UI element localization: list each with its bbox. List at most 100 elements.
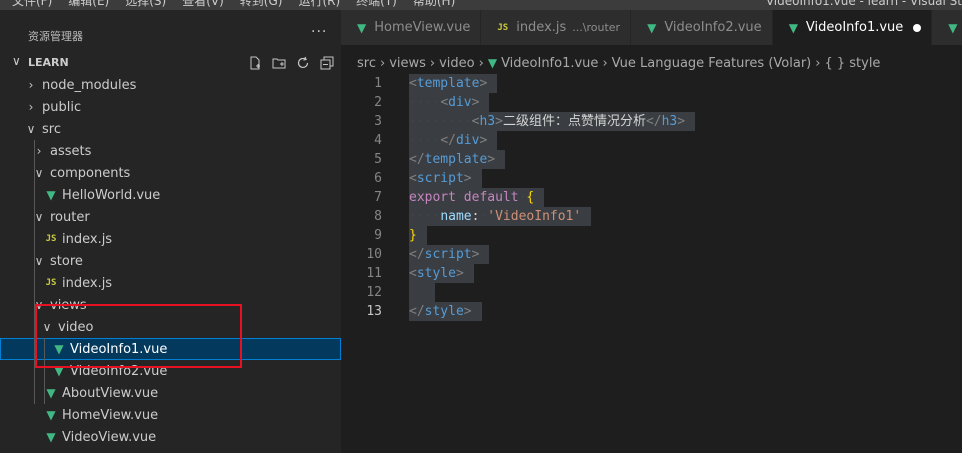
menu-item[interactable]: 终端(T) xyxy=(348,0,405,9)
code-token: < xyxy=(409,76,417,91)
explorer-sidebar: 资源管理器 ··· ∨ LEARN › node_modules › public ∨ s… xyxy=(0,10,341,453)
editor-tab[interactable]: ▼ HomeView.vue xyxy=(341,10,482,45)
code-token: < xyxy=(440,95,449,110)
code-token: ···· xyxy=(409,95,441,110)
code-token: > xyxy=(487,152,496,167)
code-token: { xyxy=(526,190,535,205)
chevron-right-icon: › xyxy=(429,55,436,71)
breadcrumb-item[interactable]: src xyxy=(357,56,376,71)
code-token: style xyxy=(416,266,456,281)
breadcrumb: src › views › video › ▼ VideoInfo1.vue › Vue Lang… xyxy=(357,54,880,72)
code-line: 11 <style> xyxy=(341,264,962,283)
workspace-name: LEARN xyxy=(28,56,69,69)
tree-file[interactable]: ▼ HelloWorld.vue xyxy=(0,184,341,206)
code-token: < xyxy=(409,171,417,186)
code-line: 1 <template> xyxy=(341,74,962,93)
chevron-down-icon: ∨ xyxy=(42,320,52,334)
menu-item[interactable]: 编辑(E) xyxy=(60,0,117,9)
code-token: > xyxy=(463,171,472,186)
code-line: 13 </style> xyxy=(341,302,962,321)
new-folder-icon[interactable] xyxy=(270,54,288,72)
tree-file[interactable]: JS index.js xyxy=(0,272,341,294)
tree-folder[interactable]: ∨ router xyxy=(0,206,341,228)
tree-folder[interactable]: ∨ src xyxy=(0,118,341,140)
new-file-icon[interactable] xyxy=(246,54,264,72)
menu-item[interactable]: 选择(S) xyxy=(117,0,174,9)
tree-item-label: AboutView.vue xyxy=(62,385,159,401)
menu-item[interactable]: 运行(R) xyxy=(290,0,348,9)
tree-folder[interactable]: › node_modules xyxy=(0,74,341,96)
refresh-icon[interactable] xyxy=(294,54,312,72)
code-content: </template> xyxy=(409,150,506,169)
explorer-title: 资源管理器 xyxy=(28,30,83,43)
tree-file[interactable]: ▼ HomeView.vue xyxy=(0,404,341,426)
breadcrumb-item[interactable]: Vue Language Features (Volar) xyxy=(612,56,812,71)
tab-description: ...\router xyxy=(572,21,621,34)
code-token: > xyxy=(471,95,480,110)
code-line: 3 ········<h3>二级组件：点赞情况分析</h3> xyxy=(341,112,962,131)
tab-label: index.js xyxy=(516,20,567,35)
code-token: </ xyxy=(645,114,662,129)
tree-folder[interactable]: › public xyxy=(0,96,341,118)
line-number: 13 xyxy=(366,304,382,319)
menu-item[interactable]: 帮助(H) xyxy=(405,0,463,9)
tree-file[interactable]: JS index.js xyxy=(0,228,341,250)
vue-file-icon: ▼ xyxy=(54,342,64,356)
tree-folder[interactable]: ∨ store xyxy=(0,250,341,272)
tree-folder[interactable]: ∨ views xyxy=(0,294,341,316)
code-token: < xyxy=(409,266,417,281)
workspace-section-header[interactable]: ∨ LEARN xyxy=(0,54,341,72)
vue-file-icon: ▼ xyxy=(647,20,657,35)
tree-file[interactable]: ▼ AboutView.vue xyxy=(0,382,341,404)
menu-list: 文件(F) 编辑(E) 选择(S) 查看(V) 转到(G) 运行(R) 终端(T) 帮助(H) xyxy=(4,0,463,9)
code-content xyxy=(409,283,435,302)
editor-tab[interactable]: JS index.js ...\router xyxy=(481,10,632,45)
tree-folder[interactable]: ∨ video xyxy=(0,316,341,338)
code-line: 12 xyxy=(341,283,962,302)
tree-item-label: router xyxy=(50,209,90,225)
code-content: ····</div> xyxy=(409,131,498,150)
code-token: default xyxy=(463,190,519,205)
code-editor[interactable]: 1 <template> 2 ····<div> 3 ········<h3>二级组件：点… xyxy=(341,74,962,453)
menu-item[interactable]: 转到(G) xyxy=(232,0,291,9)
more-actions-icon[interactable]: ··· xyxy=(311,24,327,40)
code-token: ···· xyxy=(409,209,441,224)
code-content: export·default·{ xyxy=(409,188,545,207)
line-number: 3 xyxy=(374,114,382,129)
code-token: h3 xyxy=(661,114,678,129)
editor-tab[interactable]: ▼ VideoInfo2.vue xyxy=(631,10,773,45)
unsaved-dot-icon[interactable] xyxy=(913,23,922,32)
tree-item-label: public xyxy=(42,99,82,115)
code-content: </script> xyxy=(409,245,490,264)
tree-file[interactable]: ▼ VideoInfo1.vue xyxy=(0,338,341,360)
tree-folder[interactable]: ∨ components xyxy=(0,162,341,184)
vue-file-icon: ▼ xyxy=(948,20,958,35)
line-number: 4 xyxy=(374,133,382,148)
code-line: 5 </template> xyxy=(341,150,962,169)
tree-item-label: src xyxy=(42,121,61,137)
menu-item[interactable]: 文件(F) xyxy=(4,0,60,9)
code-line: 10 </script> xyxy=(341,245,962,264)
breadcrumb-item[interactable]: video xyxy=(439,56,475,71)
tree-item-label: node_modules xyxy=(42,77,137,93)
breadcrumb-item[interactable]: VideoInfo1.vue xyxy=(501,56,598,71)
code-token: template xyxy=(424,152,488,167)
editor-tab[interactable]: ▼ xyxy=(932,10,962,45)
tree-folder[interactable]: › assets xyxy=(0,140,341,162)
indent-guide xyxy=(44,338,45,404)
code-token: name xyxy=(440,209,472,224)
tree-file[interactable]: ▼ VideoView.vue xyxy=(0,426,341,448)
tree-item-label: HelloWorld.vue xyxy=(62,187,161,203)
tree-item-label: HomeView.vue xyxy=(62,407,159,423)
code-token: > xyxy=(455,266,464,281)
editor-tab[interactable]: ▼ VideoInfo1.vue xyxy=(772,10,933,45)
breadcrumb-item[interactable]: views xyxy=(389,56,426,71)
code-token: </ xyxy=(409,152,425,167)
tree-file[interactable]: ▼ VideoInfo2.vue xyxy=(0,360,341,382)
code-token: 二级组件：点赞情况分析 xyxy=(502,114,646,129)
breadcrumb-item[interactable]: { } style xyxy=(824,56,880,71)
menu-item[interactable]: 查看(V) xyxy=(174,0,232,9)
code-token: ········ xyxy=(409,114,472,129)
tab-label: HomeView.vue xyxy=(374,20,471,35)
collapse-all-icon[interactable] xyxy=(318,54,336,72)
